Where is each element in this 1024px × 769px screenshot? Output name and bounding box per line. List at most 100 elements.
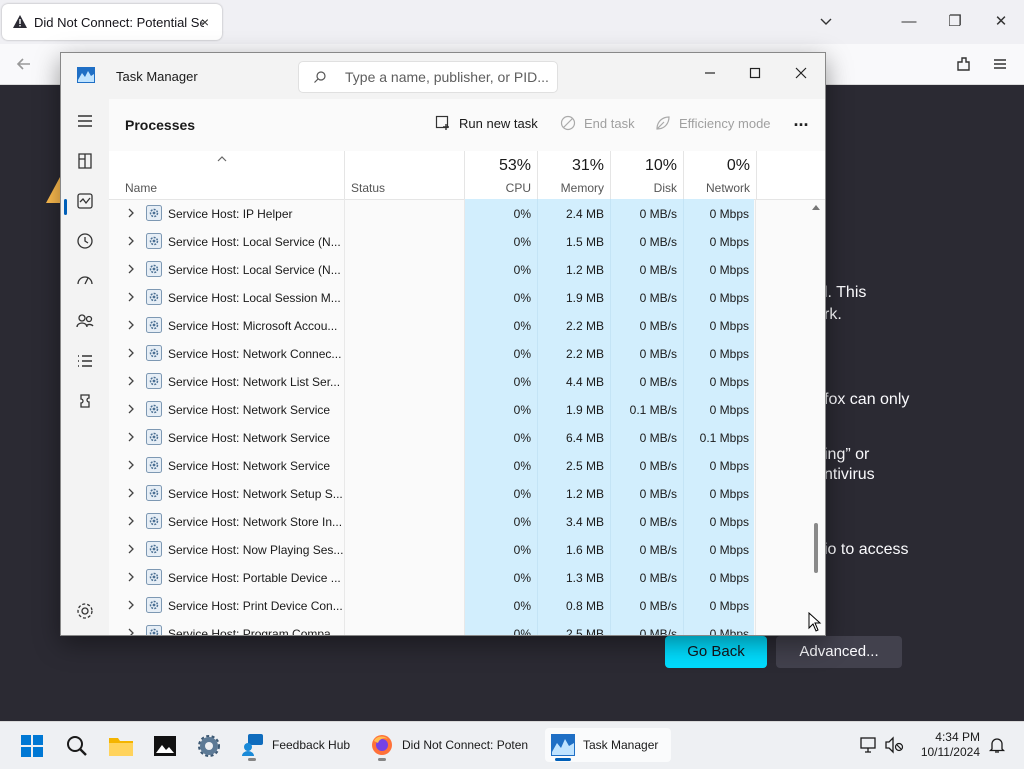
browser-close-button[interactable]: ✕ — [987, 8, 1015, 36]
processes-icon[interactable] — [73, 149, 97, 173]
process-memory-value: 1.9 MB — [565, 403, 604, 417]
taskbar-task-manager[interactable]: Task Manager — [545, 728, 671, 762]
settings-icon[interactable] — [197, 734, 221, 758]
app-history-icon[interactable] — [73, 229, 97, 253]
process-cpu-value: 0% — [513, 347, 531, 361]
vertical-scrollbar-thumb[interactable] — [814, 523, 818, 573]
hamburger-icon[interactable] — [73, 109, 97, 133]
start-windows-icon[interactable] — [20, 734, 44, 758]
back-arrow-icon[interactable] — [14, 54, 34, 74]
column-header-name[interactable]: Name — [109, 151, 345, 199]
table-row[interactable]: Service Host: Microsoft Accou... 0% 2.2 MB… — [109, 311, 825, 339]
table-row[interactable]: Service Host: Local Service (N... 0% 1.5 M… — [109, 227, 825, 255]
column-header-network[interactable]: 0% Network — [684, 151, 757, 199]
process-memory-value: 1.5 MB — [565, 235, 604, 249]
system-clock[interactable]: 4:34 PM 10/11/2024 — [921, 730, 980, 760]
settings-gear-icon[interactable] — [73, 599, 97, 623]
table-row[interactable]: Service Host: Network Service 0% 6.4 MB 0 M… — [109, 423, 825, 451]
chevron-right-icon[interactable] — [125, 262, 137, 276]
process-disk-value: 0 MB/s — [639, 599, 677, 613]
chevron-right-icon[interactable] — [125, 374, 137, 388]
extensions-icon[interactable] — [954, 54, 974, 74]
users-icon[interactable] — [73, 309, 97, 333]
tm-close-button[interactable] — [786, 61, 816, 89]
table-row[interactable]: Service Host: Local Session M... 0% 1.9 MB… — [109, 283, 825, 311]
table-row[interactable]: Service Host: Network Store In... 0% 3.4 M… — [109, 507, 825, 535]
list-all-tabs-icon[interactable] — [812, 8, 840, 36]
tm-search-input[interactable]: Type a name, publisher, or PID... — [298, 61, 558, 93]
process-name: Service Host: Network Service — [168, 459, 331, 473]
process-cpu-value: 0% — [513, 571, 531, 585]
column-header-disk[interactable]: 10% Disk — [611, 151, 684, 199]
browser-minimize-button[interactable]: — — [895, 8, 923, 36]
efficiency-mode-button[interactable]: Efficiency mode — [655, 115, 771, 131]
task-manager-icon — [551, 734, 575, 756]
more-options-icon[interactable]: ... — [789, 111, 813, 135]
display-status-icon[interactable] — [860, 736, 878, 754]
column-status-label: Status — [351, 181, 386, 195]
table-row[interactable]: Service Host: Network Service 0% 2.5 MB 0 M… — [109, 451, 825, 479]
process-disk-value: 0 MB/s — [639, 487, 677, 501]
performance-icon[interactable] — [73, 189, 97, 213]
chevron-right-icon[interactable] — [125, 318, 137, 332]
task-manager-window: Task Manager Type a name, publisher, or … — [60, 52, 826, 636]
chevron-right-icon[interactable] — [125, 598, 137, 612]
search-icon[interactable] — [65, 734, 89, 758]
chevron-right-icon[interactable] — [125, 234, 137, 248]
process-name: Service Host: Local Session M... — [168, 291, 341, 305]
column-header-status[interactable]: Status — [345, 151, 465, 199]
table-row[interactable]: Service Host: Network List Ser... 0% 4.4 M… — [109, 367, 825, 395]
taskbar-feedback-hub[interactable]: Feedback Hub — [240, 728, 350, 762]
hamburger-menu-icon[interactable] — [990, 54, 1010, 74]
tab-close-icon[interactable]: × — [196, 13, 214, 31]
process-cpu-value: 0% — [513, 459, 531, 473]
chevron-right-icon[interactable] — [125, 206, 137, 220]
chevron-right-icon[interactable] — [125, 458, 137, 472]
end-task-button[interactable]: End task — [560, 115, 635, 131]
details-icon[interactable] — [73, 349, 97, 373]
process-disk-value: 0 MB/s — [639, 515, 677, 529]
chevron-right-icon[interactable] — [125, 542, 137, 556]
notification-bell-icon[interactable] — [988, 736, 1006, 754]
file-explorer-icon[interactable] — [108, 734, 134, 758]
scroll-up-arrow-icon[interactable] — [811, 203, 821, 211]
table-row[interactable]: Service Host: Portable Device ... 0% 1.3 M… — [109, 563, 825, 591]
chevron-right-icon[interactable] — [125, 486, 137, 500]
photos-icon[interactable] — [153, 734, 177, 758]
table-row[interactable]: Service Host: IP Helper 0% 2.4 MB 0 MB/s 0 M… — [109, 199, 825, 227]
run-new-task-button[interactable]: Run new task — [435, 115, 538, 131]
process-name: Service Host: Print Device Con... — [168, 599, 343, 613]
table-row[interactable]: Service Host: Print Device Con... 0% 0.8 M… — [109, 591, 825, 619]
chevron-right-icon[interactable] — [125, 570, 137, 584]
services-icon[interactable] — [73, 389, 97, 413]
table-row[interactable]: Service Host: Network Setup S... 0% 1.2 MB… — [109, 479, 825, 507]
process-disk-value: 0 MB/s — [639, 263, 677, 277]
chevron-right-icon[interactable] — [125, 430, 137, 444]
startup-apps-icon[interactable] — [73, 269, 97, 293]
process-memory-value: 6.4 MB — [565, 431, 604, 445]
table-row[interactable]: Service Host: Network Connec... 0% 2.2 MB 0… — [109, 339, 825, 367]
table-row[interactable]: Service Host: Local Service (N... 0% 1.2 M… — [109, 255, 825, 283]
table-row[interactable]: Service Host: Network Service 0% 1.9 MB 0.1… — [109, 395, 825, 423]
tm-maximize-button[interactable] — [740, 61, 770, 89]
column-header-cpu[interactable]: 53% CPU — [465, 151, 538, 199]
process-name: Service Host: Portable Device ... — [168, 571, 341, 585]
table-row[interactable]: Service Host: Program Compa... 0% 2.5 MB 0 … — [109, 619, 825, 635]
taskbar-firefox[interactable]: Did Not Connect: Poten — [370, 728, 528, 762]
process-memory-value: 1.6 MB — [565, 543, 604, 557]
chevron-right-icon[interactable] — [125, 402, 137, 416]
tm-minimize-button[interactable] — [695, 61, 725, 89]
chevron-right-icon[interactable] — [125, 514, 137, 528]
efficiency-mode-label: Efficiency mode — [679, 115, 771, 131]
go-back-button[interactable]: Go Back — [665, 636, 767, 668]
speaker-muted-icon[interactable] — [884, 736, 904, 754]
browser-restore-button[interactable]: ❐ — [941, 8, 969, 36]
chevron-right-icon[interactable] — [125, 626, 137, 635]
advanced-button[interactable]: Advanced... — [776, 636, 902, 668]
column-header-memory[interactable]: 31% Memory — [538, 151, 611, 199]
chevron-right-icon[interactable] — [125, 290, 137, 304]
browser-tab[interactable]: Did Not Connect: Potential Sec × — [2, 4, 222, 40]
chevron-right-icon[interactable] — [125, 346, 137, 360]
table-row[interactable]: Service Host: Now Playing Ses... 0% 1.6 MB… — [109, 535, 825, 563]
search-placeholder: Type a name, publisher, or PID... — [345, 69, 549, 85]
